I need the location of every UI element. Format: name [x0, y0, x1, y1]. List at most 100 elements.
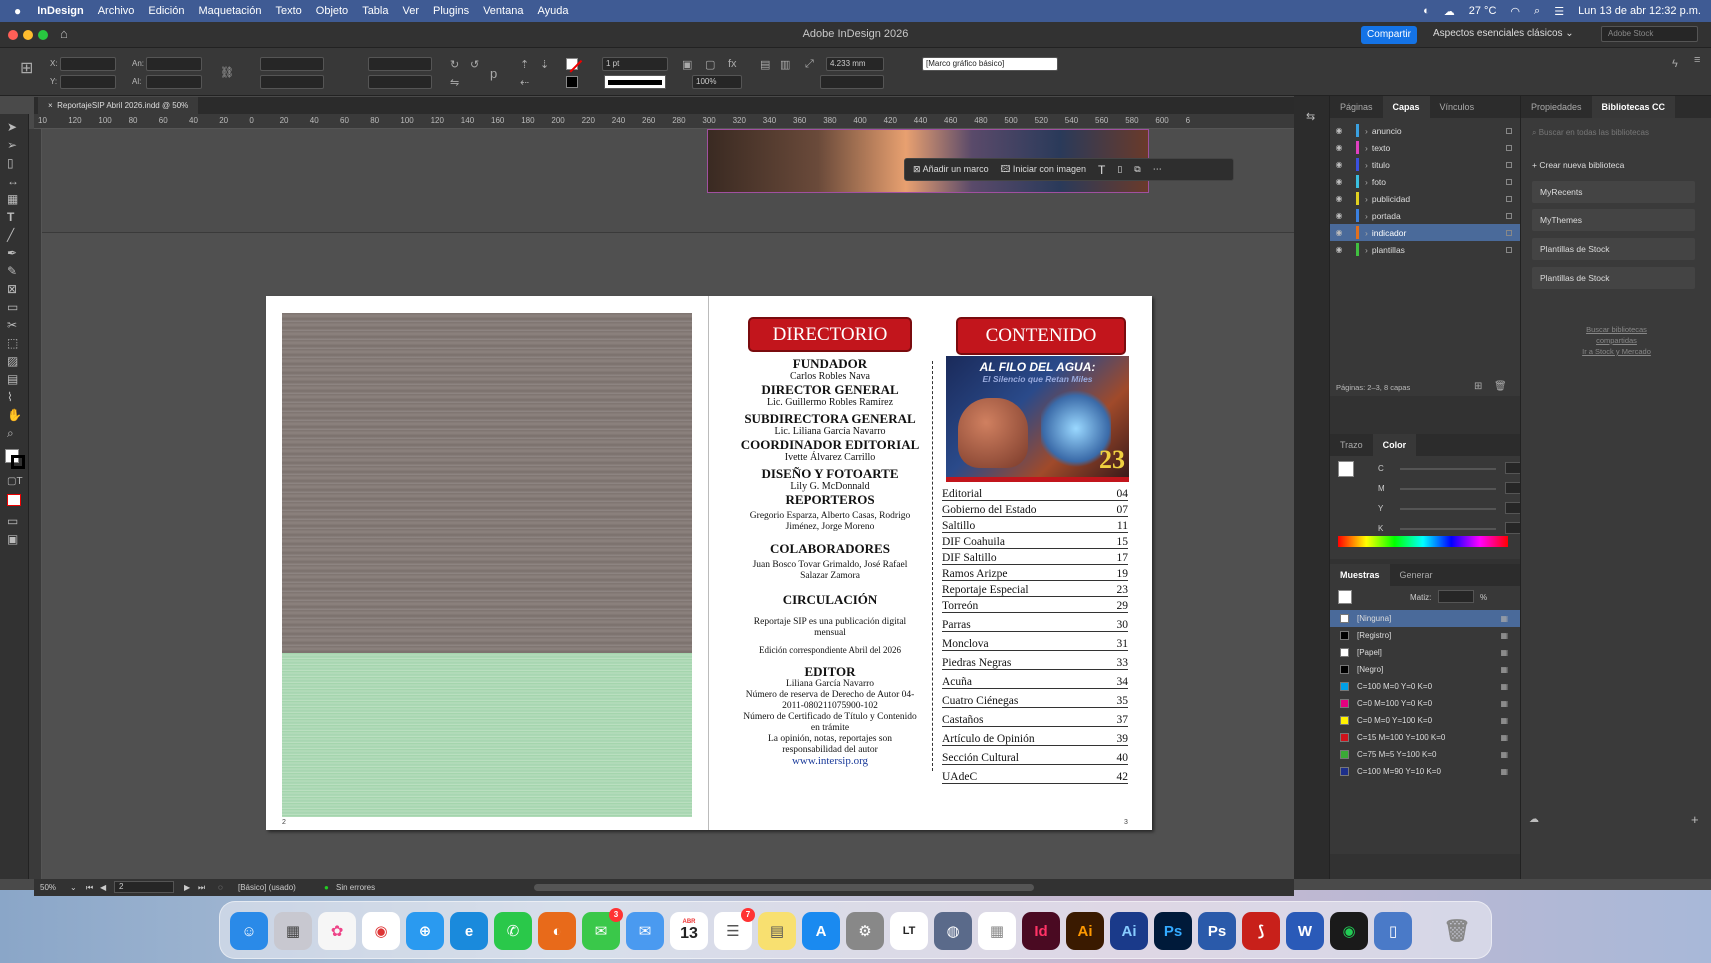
- layer-target-square[interactable]: [1506, 161, 1512, 168]
- panel-menu-icon[interactable]: ≡: [1694, 54, 1700, 66]
- opacity-field[interactable]: 100%: [692, 75, 742, 89]
- preflight-status[interactable]: Sin errores: [336, 879, 375, 896]
- scale-y-field[interactable]: [260, 75, 324, 89]
- menu-texto[interactable]: Texto: [275, 5, 301, 17]
- toc-row[interactable]: Parras 30: [942, 619, 1128, 638]
- flip-p-icon[interactable]: p: [490, 66, 497, 81]
- whatsapp-icon[interactable]: ✆: [494, 912, 532, 950]
- toc-row[interactable]: Editorial 04: [942, 488, 1128, 504]
- layer-row[interactable]: ◉ › titulo: [1330, 156, 1520, 173]
- toc-row[interactable]: Artículo de Opinión 39: [942, 733, 1128, 752]
- select-content-icon[interactable]: ⇣: [540, 58, 549, 71]
- stroke-swatch[interactable]: [566, 76, 578, 88]
- toc-row[interactable]: Torreón 29: [942, 600, 1128, 619]
- document-tab[interactable]: × ReportajeSIP Abril 2026.indd @ 50%: [38, 97, 199, 114]
- tab-generar[interactable]: Generar: [1390, 570, 1443, 580]
- swatch-row[interactable]: C=75 M=5 Y=100 K=0 ▦: [1330, 746, 1520, 763]
- swatch-row[interactable]: C=15 M=100 Y=100 K=0 ▦: [1330, 729, 1520, 746]
- indesign-icon[interactable]: Id: [1022, 912, 1060, 950]
- shared-link[interactable]: compartidas: [1521, 335, 1711, 346]
- mail-icon[interactable]: ✉: [626, 912, 664, 950]
- delete-layer-icon[interactable]: 🗑: [1494, 381, 1507, 392]
- preview-icon[interactable]: ▯: [1374, 912, 1412, 950]
- swatch-row[interactable]: [Registro] ▦: [1330, 627, 1520, 644]
- swatch-row[interactable]: [Papel] ▦: [1330, 644, 1520, 661]
- menu-ventana[interactable]: Ventana: [483, 5, 523, 17]
- menu-maquetacion[interactable]: Maquetación: [198, 5, 261, 17]
- visibility-eye-icon[interactable]: ◉: [1330, 160, 1348, 169]
- weather-temperature[interactable]: 27 °C: [1469, 5, 1497, 17]
- gradient-tool-icon[interactable]: ▨: [7, 354, 18, 368]
- layer-target-square[interactable]: [1506, 127, 1512, 134]
- directorio-column[interactable]: FUNDADOR Carlos Robles Nava DIRECTOR GEN…: [730, 356, 930, 767]
- visibility-eye-icon[interactable]: ◉: [1330, 177, 1348, 186]
- app-store-icon[interactable]: A: [802, 912, 840, 950]
- rotate-field[interactable]: [368, 57, 432, 71]
- firefox-icon[interactable]: ◐: [538, 912, 576, 950]
- tab-color[interactable]: Color: [1372, 434, 1417, 456]
- layer-target-square[interactable]: [1506, 178, 1512, 185]
- library-mythemes[interactable]: MyThemes: [1532, 209, 1695, 231]
- zoom-tool-icon[interactable]: ⌕: [7, 426, 14, 441]
- toc-row[interactable]: Acuña 34: [942, 676, 1128, 695]
- magenta-slider[interactable]: [1400, 488, 1496, 490]
- shear-field[interactable]: [368, 75, 432, 89]
- finder-icon[interactable]: ☺: [230, 912, 268, 950]
- menu-tabla[interactable]: Tabla: [362, 5, 388, 17]
- tint-field[interactable]: [1438, 590, 1474, 603]
- reference-point-icon[interactable]: ⊞: [20, 58, 33, 78]
- layer-target-square[interactable]: [1506, 212, 1512, 219]
- scale-x-field[interactable]: [260, 57, 324, 71]
- layer-target-square[interactable]: [1506, 246, 1512, 253]
- share-button[interactable]: Compartir: [1361, 26, 1417, 44]
- create-library-button[interactable]: + Crear nueva biblioteca: [1532, 160, 1624, 170]
- hand-tool-icon[interactable]: ✋: [7, 408, 22, 422]
- cyan-slider[interactable]: [1400, 468, 1496, 470]
- object-style-select[interactable]: [Marco gráfico básico]: [922, 57, 1058, 71]
- workspace-switcher[interactable]: Aspectos esenciales clásicos ⌄: [1433, 28, 1574, 39]
- horizontal-scrollbar[interactable]: [534, 884, 1034, 891]
- more-options-icon[interactable]: ⋯: [1153, 164, 1162, 175]
- direct-selection-tool-icon[interactable]: ➢: [7, 138, 17, 152]
- acrobat-icon[interactable]: ⟆: [1242, 912, 1280, 950]
- stock-market-link[interactable]: Ir a Stock y Mercado: [1521, 346, 1711, 357]
- height-field[interactable]: [146, 75, 202, 89]
- toc-row[interactable]: Saltillo 11: [942, 520, 1128, 536]
- disclosure-chevron-icon[interactable]: ›: [1365, 228, 1368, 238]
- toc-row[interactable]: DIF Saltillo 17: [942, 552, 1128, 568]
- content-collector-icon[interactable]: ▦: [7, 192, 18, 206]
- horizontal-ruler[interactable]: 10 120 100 80 60 40 20 0 20 40 60 80 100 120 140 160 180…: [34, 114, 1294, 129]
- page-number-field[interactable]: 2: [114, 881, 174, 893]
- trash-icon[interactable]: 🗑: [1438, 912, 1476, 950]
- reference-field[interactable]: [820, 75, 884, 89]
- swatch-row[interactable]: C=100 M=0 Y=0 K=0 ▦: [1330, 678, 1520, 695]
- swatch-row[interactable]: [Negro] ▦: [1330, 661, 1520, 678]
- disclosure-chevron-icon[interactable]: ›: [1365, 160, 1368, 170]
- cloud-sync-icon[interactable]: ☁: [1529, 814, 1539, 825]
- add-asset-icon[interactable]: +: [1691, 812, 1699, 827]
- edge-icon[interactable]: e: [450, 912, 488, 950]
- fill-none-swatch[interactable]: [566, 58, 582, 73]
- auto-fit-icon[interactable]: ⤢: [805, 58, 814, 71]
- gap-tool-icon[interactable]: ↔: [7, 174, 19, 188]
- swatch-row[interactable]: C=0 M=0 Y=100 K=0 ▦: [1330, 712, 1520, 729]
- disclosure-chevron-icon[interactable]: ›: [1365, 245, 1368, 255]
- stroke-weight-field[interactable]: 1 pt: [602, 57, 668, 71]
- eyedropper-tool-icon[interactable]: ⌇: [7, 390, 13, 404]
- control-center-icon[interactable]: ☰: [1554, 5, 1564, 18]
- selection-tool-icon[interactable]: ➤: [7, 120, 17, 134]
- previous-page-icon[interactable]: ◀: [100, 879, 106, 896]
- pen-tool-icon[interactable]: ✒: [7, 246, 17, 260]
- visibility-eye-icon[interactable]: ◉: [1330, 126, 1348, 135]
- line-tool-icon[interactable]: ╱: [7, 228, 14, 242]
- layer-row[interactable]: ◉ › publicidad: [1330, 190, 1520, 207]
- disclosure-chevron-icon[interactable]: ›: [1365, 126, 1368, 136]
- disclosure-chevron-icon[interactable]: ›: [1365, 194, 1368, 204]
- disclosure-chevron-icon[interactable]: ›: [1365, 177, 1368, 187]
- last-page-icon[interactable]: ⏭: [198, 879, 205, 896]
- document-canvas[interactable]: ⊠ Añadir un marco 🖾 Iniciar con imagen T…: [42, 129, 1294, 879]
- master-style-select[interactable]: [Básico] (usado): [238, 879, 296, 896]
- flip-horizontal-icon[interactable]: ⇋: [450, 76, 459, 89]
- spreadsheet-icon[interactable]: ▦: [978, 912, 1016, 950]
- color-spectrum-ramp[interactable]: [1338, 536, 1508, 547]
